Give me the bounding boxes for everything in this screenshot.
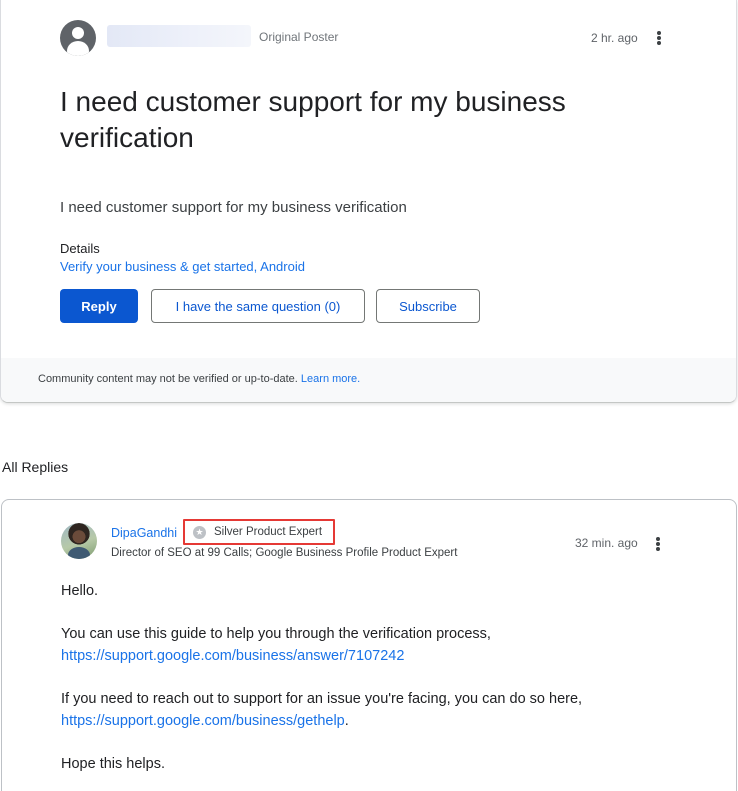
reply-more-options-icon[interactable] [650, 535, 666, 553]
author-avatar[interactable] [61, 523, 97, 559]
same-question-button[interactable]: I have the same question (0) [151, 289, 365, 323]
silver-product-expert-badge: ★ Silver Product Expert [183, 519, 335, 545]
verification-guide-link[interactable]: https://support.google.com/business/answ… [61, 648, 404, 664]
disclaimer-text: Community content may not be verified or… [38, 373, 360, 385]
reply-button[interactable]: Reply [60, 289, 138, 323]
reply-closing: Hope this helps. [61, 756, 165, 772]
learn-more-link[interactable]: Learn more. [301, 373, 360, 385]
post-more-options-icon[interactable] [651, 29, 667, 47]
original-post-card: Original Poster 2 hr. ago I need custome… [0, 0, 737, 403]
post-body: I need customer support for my business … [60, 199, 407, 216]
community-disclaimer-bar: Community content may not be verified or… [1, 358, 736, 402]
post-timestamp: 2 hr. ago [591, 31, 638, 45]
author-title: Director of SEO at 99 Calls; Google Busi… [111, 547, 458, 559]
silver-expert-star-icon: ★ [193, 525, 206, 539]
expert-badge-label: Silver Product Expert [214, 526, 323, 538]
details-links[interactable]: Verify your business & get started, Andr… [60, 259, 305, 274]
paragraph-1-text: You can use this guide to help you throu… [61, 626, 491, 642]
subscribe-button[interactable]: Subscribe [376, 289, 480, 323]
redacted-username [107, 25, 251, 47]
reply-paragraph-2: If you need to reach out to support for … [61, 688, 621, 732]
reply-timestamp: 32 min. ago [575, 536, 638, 550]
all-replies-heading: All Replies [2, 459, 69, 475]
reply-card: DipaGandhi ★ Silver Product Expert Direc… [1, 499, 737, 791]
reply-author-link[interactable]: DipaGandhi [111, 526, 177, 540]
reply-greeting: Hello. [61, 583, 99, 599]
reply-body: Hello. You can use this guide to help yo… [61, 580, 621, 791]
details-label: Details [60, 241, 100, 256]
disclaimer-message: Community content may not be verified or… [38, 373, 298, 385]
reply-paragraph-1: You can use this guide to help you throu… [61, 623, 621, 667]
paragraph-2-period: . [344, 713, 349, 729]
paragraph-2-text: If you need to reach out to support for … [61, 691, 583, 707]
gethelp-link[interactable]: https://support.google.com/business/geth… [61, 713, 345, 729]
original-poster-badge: Original Poster [259, 30, 339, 44]
user-avatar-icon[interactable] [60, 20, 96, 56]
post-title: I need customer support for my business … [60, 86, 566, 153]
